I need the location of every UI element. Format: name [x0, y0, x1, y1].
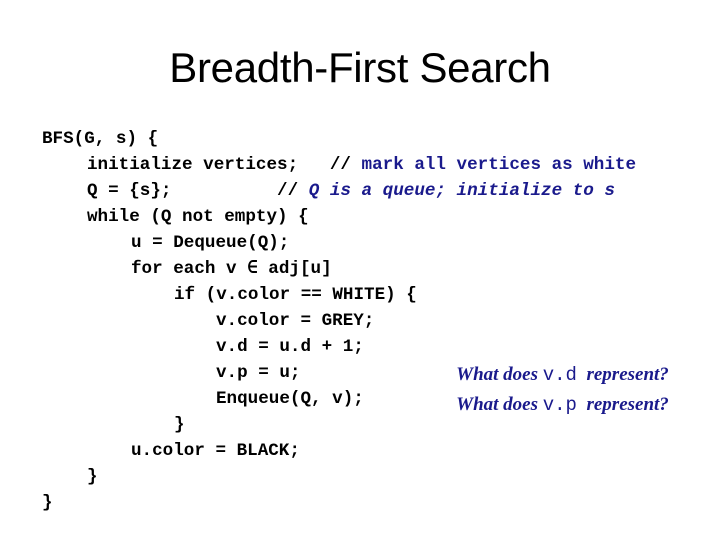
code-text: Q = {s}; [87, 181, 278, 201]
code-line: if (v.color == WHITE) { [174, 282, 417, 308]
code-text: u.color = BLACK; [131, 441, 300, 461]
question-suffix: represent? [576, 364, 669, 385]
code-line: for each v ∈ adj[u] [131, 256, 332, 282]
comment-marker: // [277, 181, 309, 201]
code-text: v.p = u; [216, 363, 301, 383]
code-line: BFS(G, s) { [42, 126, 158, 152]
question-prefix: What does [456, 394, 543, 415]
code-text: } [87, 467, 98, 487]
code-line: Q = {s}; // Q is a queue; initialize to … [87, 178, 615, 204]
slide-title: Breadth-First Search [169, 44, 551, 91]
code-line: } [87, 464, 98, 490]
question-code: v.d [542, 364, 577, 386]
code-text: v.color = GREY; [216, 311, 375, 331]
code-text: while (Q not empty) { [87, 207, 309, 227]
code-text: u = Dequeue(Q); [131, 233, 290, 253]
code-line: v.color = GREY; [216, 308, 374, 334]
code-line: v.d = u.d + 1; [216, 334, 364, 360]
question-prefix: What does [456, 364, 543, 385]
code-line: } [42, 490, 53, 516]
question-v-d: What does v.d represent? [428, 330, 718, 386]
question-suffix: represent? [576, 394, 669, 415]
questions-block: What does v.d represent? What does v.p r… [428, 330, 718, 416]
code-text: } [42, 493, 53, 513]
code-text: BFS(G, s) { [42, 129, 159, 149]
code-text: } [174, 415, 185, 435]
code-line: u = Dequeue(Q); [131, 230, 289, 256]
code-line: v.p = u; [216, 360, 300, 386]
code-text: v.d = u.d + 1; [216, 337, 364, 357]
code-text: for each v ∈ adj[u] [131, 259, 332, 279]
code-line: u.color = BLACK; [131, 438, 300, 464]
question-code: v.p [542, 394, 577, 416]
code-line: } [174, 412, 185, 438]
code-line: initialize vertices; // mark all vertice… [87, 152, 636, 178]
code-line: Enqueue(Q, v); [216, 386, 364, 412]
code-text: Enqueue(Q, v); [216, 389, 364, 409]
code-text: if (v.color == WHITE) { [174, 285, 417, 305]
code-comment: mark all vertices as white [361, 155, 637, 175]
code-line: while (Q not empty) { [87, 204, 309, 230]
code-text: initialize vertices; [87, 155, 330, 175]
code-comment: Q is a queue; initialize to s [308, 181, 615, 201]
comment-marker: // [329, 155, 362, 175]
